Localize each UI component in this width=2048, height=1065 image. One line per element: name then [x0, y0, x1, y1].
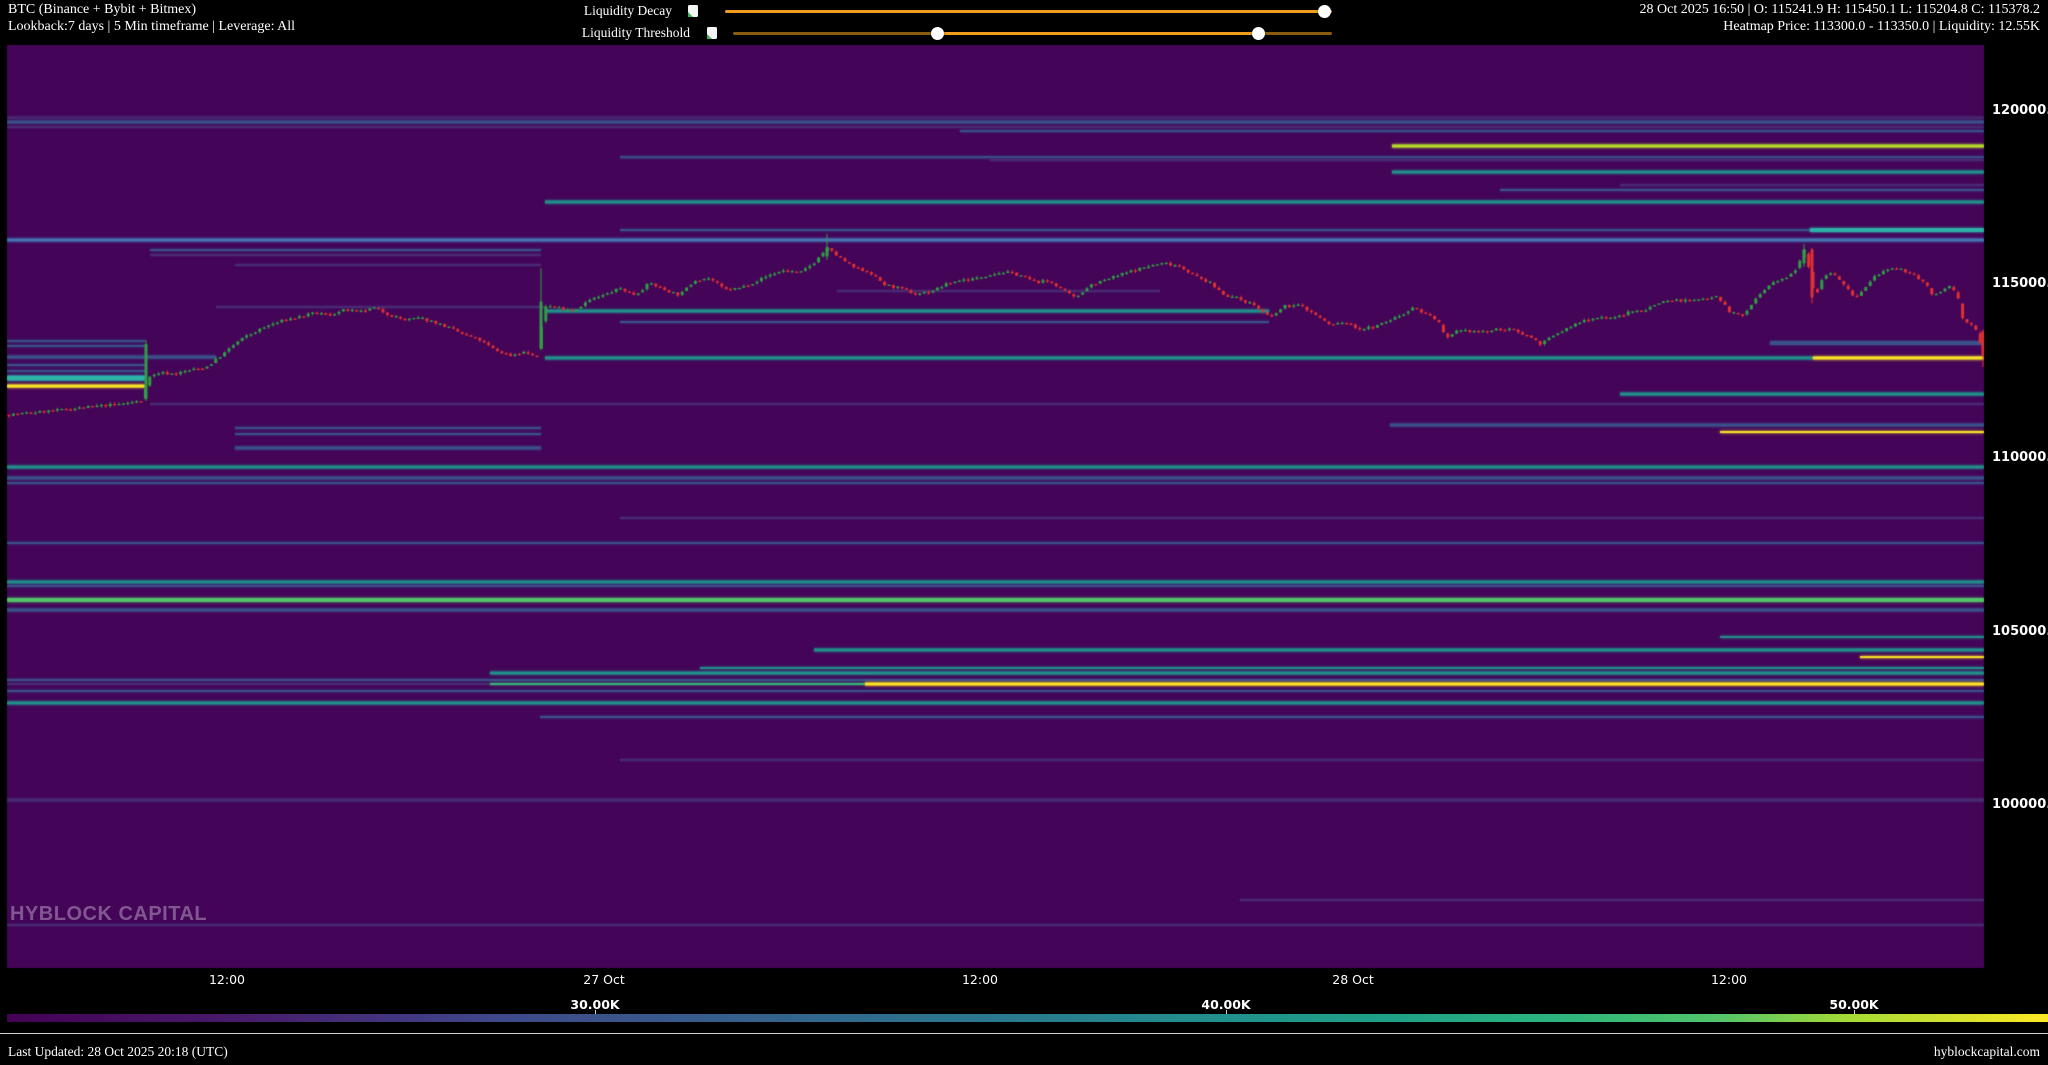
- slider-track-segment[interactable]: [937, 32, 1258, 35]
- price-axis-label: 100000.0: [1992, 797, 2048, 812]
- colorbar-tick-mark: [1854, 1010, 1855, 1014]
- price-axis-label: 120000.0: [1992, 103, 2048, 118]
- instrument-title: BTC (Binance + Bybit + Bitmex): [8, 2, 196, 18]
- site-link[interactable]: hyblockcapital.com: [1934, 1044, 2040, 1060]
- price-axis-label: 115000.0: [1992, 276, 2048, 291]
- reset-note-icon-corner: [688, 12, 693, 17]
- app-root: BTC (Binance + Bybit + Bitmex) Lookback:…: [0, 0, 2048, 1065]
- slider-track-segment[interactable]: [725, 10, 1332, 13]
- time-axis-label: 28 Oct: [1313, 972, 1393, 987]
- slider-track-segment[interactable]: [1258, 32, 1332, 35]
- colorbar-tick-mark: [595, 1010, 596, 1014]
- liquidity-threshold-slider[interactable]: [733, 26, 1332, 40]
- reset-note-icon[interactable]: [707, 27, 717, 39]
- time-axis-label: 12:00: [940, 972, 1020, 987]
- time-axis-label: 27 Oct: [564, 972, 644, 987]
- instrument-settings: Lookback:7 days | 5 Min timeframe | Leve…: [8, 19, 295, 35]
- reset-note-icon[interactable]: [688, 5, 698, 17]
- footer-divider: [0, 1033, 2048, 1034]
- time-axis-label: 12:00: [1689, 972, 1769, 987]
- slider-handle[interactable]: [931, 27, 944, 40]
- slider-handle[interactable]: [1252, 27, 1265, 40]
- price-axis-label: 110000.0: [1992, 450, 2048, 465]
- reset-note-icon-corner: [707, 34, 712, 39]
- heatmap-price-readout: Heatmap Price: 113300.0 - 113350.0 | Liq…: [1723, 19, 2040, 35]
- watermark: HYBLOCK CAPITAL: [10, 903, 207, 926]
- slider-handle[interactable]: [1318, 5, 1331, 18]
- liquidity-threshold-label: Liquidity Threshold: [560, 25, 690, 41]
- colorbar-tick-mark: [1226, 1010, 1227, 1014]
- liquidity-decay-slider[interactable]: [725, 4, 1332, 18]
- liquidity-decay-label: Liquidity Decay: [560, 3, 672, 19]
- liquidation-heatmap-canvas[interactable]: [0, 0, 2048, 1065]
- price-axis-label: 105000.0: [1992, 624, 2048, 639]
- ohlc-readout: 28 Oct 2025 16:50 | O: 115241.9 H: 11545…: [1640, 2, 2041, 18]
- liquidity-colorbar: [7, 1014, 2048, 1022]
- last-updated: Last Updated: 28 Oct 2025 20:18 (UTC): [8, 1044, 228, 1060]
- slider-track-segment[interactable]: [733, 32, 937, 35]
- time-axis-label: 12:00: [187, 972, 267, 987]
